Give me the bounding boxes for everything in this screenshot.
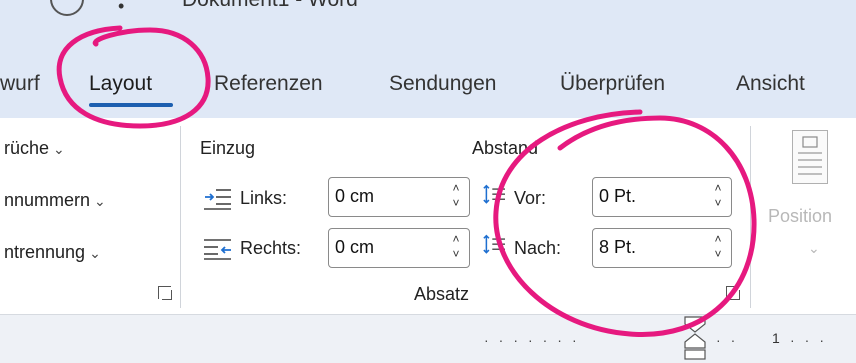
tab-ueberpruefen[interactable]: Überprüfen <box>560 72 665 96</box>
tab-sendungen[interactable]: Sendungen <box>389 72 496 96</box>
chevron-down-icon: ⌄ <box>53 141 65 157</box>
paragraph-dialog-launcher-icon[interactable] <box>726 286 740 300</box>
hyphenation-label: ntrennung <box>4 242 86 262</box>
breaks-label: rüche <box>4 138 50 158</box>
paragraph-group-label: Absatz <box>414 284 470 304</box>
indent-left-spinner[interactable]: 0 cm ˄ ˅ <box>328 177 470 217</box>
group-separator <box>750 126 751 308</box>
spin-down-icon[interactable]: ˅ <box>711 196 725 210</box>
spinner-arrows[interactable]: ˄ ˅ <box>449 232 463 264</box>
indent-left-value: 0 cm <box>335 186 375 206</box>
spin-up-icon[interactable]: ˄ <box>449 181 463 195</box>
indent-right-icon <box>204 239 231 260</box>
active-tab-indicator <box>89 103 173 107</box>
indent-right-label: Rechts: <box>240 238 302 258</box>
spacing-before-spinner[interactable]: 0 Pt. ˄ ˅ <box>592 177 732 217</box>
ribbon-panel: rüche ⌄ nnummern ⌄ ntrennung ⌄ Einzug Links… <box>0 118 856 314</box>
chevron-down-icon[interactable]: ⌄ <box>808 240 820 257</box>
spacing-after-value: 8 Pt. <box>599 237 637 257</box>
indent-marker-icon[interactable] <box>684 316 706 360</box>
line-numbers-label: nnummern <box>4 190 91 210</box>
tab-layout[interactable]: Layout <box>89 72 152 96</box>
ruler-number: 1 <box>772 330 780 346</box>
hyphenation-button[interactable]: ntrennung ⌄ <box>4 242 101 263</box>
line-numbers-button[interactable]: nnummern ⌄ <box>4 190 106 211</box>
indent-heading: Einzug <box>200 138 256 158</box>
tab-referenzen[interactable]: Referenzen <box>214 72 323 96</box>
breaks-button[interactable]: rüche ⌄ <box>4 138 65 159</box>
spinner-arrows[interactable]: ˄ ˅ <box>711 232 725 264</box>
ruler-ticks: ·· <box>716 332 746 348</box>
chevron-down-icon: ⌄ <box>94 193 106 209</box>
page-setup-dialog-launcher-icon[interactable] <box>158 286 172 300</box>
spin-up-icon[interactable]: ˄ <box>711 232 725 246</box>
quick-access-dropdown-icon[interactable]: • <box>118 0 124 17</box>
window-title: Dokument1 - Word <box>182 0 358 12</box>
group-separator <box>180 126 181 308</box>
ruler-ticks: ······· <box>484 332 587 348</box>
spin-down-icon[interactable]: ˅ <box>449 247 463 261</box>
spacing-heading: Abstand <box>472 138 539 158</box>
ribbon-tabs: wurf Layout Referenzen Sendungen Überprü… <box>0 52 856 118</box>
indent-left-label: Links: <box>240 188 288 208</box>
position-icon[interactable] <box>792 130 828 184</box>
tab-ansicht[interactable]: Ansicht <box>736 72 805 96</box>
spin-down-icon[interactable]: ˅ <box>449 196 463 210</box>
position-label[interactable]: Position <box>768 206 832 227</box>
horizontal-ruler[interactable]: ······· ·· 1 ··· <box>0 314 856 363</box>
spin-up-icon[interactable]: ˄ <box>449 232 463 246</box>
spinner-arrows[interactable]: ˄ ˅ <box>449 181 463 213</box>
indent-right-spinner[interactable]: 0 cm ˄ ˅ <box>328 228 470 268</box>
tab-entwurf[interactable]: wurf <box>0 72 40 96</box>
spacing-before-icon <box>483 184 505 204</box>
spinner-arrows[interactable]: ˄ ˅ <box>711 181 725 213</box>
spacing-after-icon <box>483 234 505 254</box>
ruler-border <box>0 314 856 315</box>
chevron-down-icon: ⌄ <box>89 245 101 261</box>
spacing-before-value: 0 Pt. <box>599 186 637 206</box>
indent-right-value: 0 cm <box>335 237 375 257</box>
account-avatar-icon[interactable] <box>50 0 84 16</box>
spacing-after-spinner[interactable]: 8 Pt. ˄ ˅ <box>592 228 732 268</box>
spin-down-icon[interactable]: ˅ <box>711 247 725 261</box>
ruler-ticks: ··· <box>790 332 834 348</box>
title-bar: • Dokument1 - Word <box>0 0 856 52</box>
spin-up-icon[interactable]: ˄ <box>711 181 725 195</box>
spacing-before-label: Vor: <box>514 188 547 208</box>
spacing-after-label: Nach: <box>514 238 562 258</box>
indent-left-icon <box>204 189 231 210</box>
